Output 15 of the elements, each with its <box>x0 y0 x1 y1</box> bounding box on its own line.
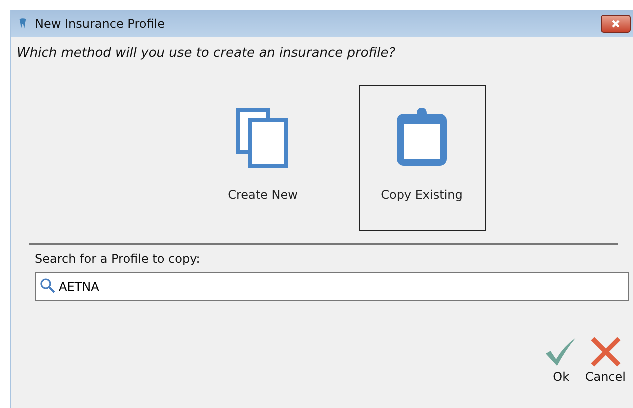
documents-icon <box>236 108 290 168</box>
tooth-icon <box>19 18 27 30</box>
method-option[interactable]: Copy Existing <box>358 85 486 231</box>
clipboard-icon <box>395 108 449 168</box>
cross-icon <box>590 337 622 367</box>
window-title: New Insurance Profile <box>35 16 165 30</box>
ok-button[interactable]: Ok <box>545 337 578 384</box>
checkmark-icon <box>545 337 578 367</box>
search-label: Search for a Profile to copy: <box>35 252 202 266</box>
cancel-button[interactable]: Cancel <box>585 337 626 384</box>
close-icon <box>611 18 621 28</box>
close-button[interactable] <box>601 14 631 32</box>
question-text: Which method will you use to create an insurance profile? <box>17 46 397 61</box>
method-option[interactable]: Create New <box>200 85 326 231</box>
search-field[interactable]: AETNA <box>35 272 629 301</box>
